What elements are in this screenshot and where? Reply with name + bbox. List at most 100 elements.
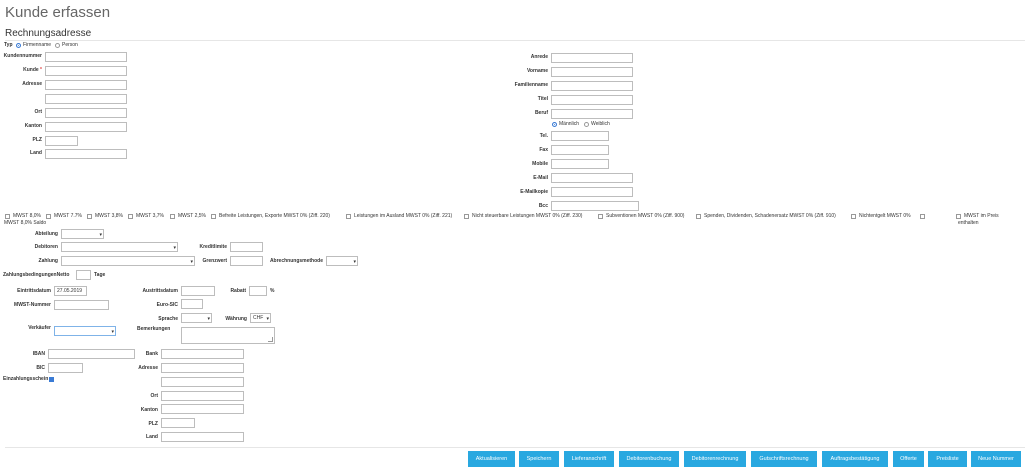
bank-ort-input[interactable] bbox=[161, 391, 244, 401]
vat-checkbox-1[interactable] bbox=[46, 214, 51, 219]
iban-label: IBAN bbox=[32, 351, 45, 357]
plz-label: PLZ bbox=[32, 137, 42, 143]
radio-firmenname[interactable] bbox=[16, 43, 21, 48]
lieferanschrift-button[interactable]: Lieferanschrift bbox=[564, 451, 614, 467]
emailkopie-input[interactable] bbox=[551, 187, 633, 197]
bic-input[interactable] bbox=[48, 363, 83, 373]
bank-adresse-input-2[interactable] bbox=[161, 377, 244, 387]
debitoren-select[interactable]: ▾ bbox=[61, 242, 178, 252]
bank-plz-input[interactable] bbox=[161, 418, 195, 428]
vat-checkbox-8[interactable] bbox=[598, 214, 603, 219]
kundennummer-input[interactable] bbox=[45, 52, 127, 62]
anrede-input[interactable] bbox=[551, 53, 633, 63]
vat-checkbox-3[interactable] bbox=[128, 214, 133, 219]
vat-checkbox-6[interactable] bbox=[346, 214, 351, 219]
vat-checkbox-11[interactable] bbox=[920, 214, 925, 219]
plz-input[interactable] bbox=[45, 136, 78, 146]
email-label: E-Mail bbox=[533, 175, 548, 181]
typ-label: Typ bbox=[4, 42, 13, 48]
mwst-nummer-input[interactable] bbox=[54, 300, 109, 310]
euro-sic-input[interactable] bbox=[181, 299, 203, 309]
preisliste-button[interactable]: Preisliste bbox=[928, 451, 967, 467]
vat-checkbox-9[interactable] bbox=[696, 214, 701, 219]
verkaeufer-label: Verkäufer bbox=[28, 325, 51, 331]
percent-label: % bbox=[270, 288, 275, 294]
tel-label: Tel. bbox=[539, 133, 548, 139]
neue-nummer-button[interactable]: Neue Nummer bbox=[971, 451, 1021, 467]
sprache-label: Sprache bbox=[158, 316, 178, 322]
vat-checkbox-5[interactable] bbox=[211, 214, 216, 219]
vat-label-3: MWST 3,7% bbox=[136, 213, 164, 219]
kreditlimite-label: Kreditlimite bbox=[199, 244, 227, 250]
radio-weiblich[interactable] bbox=[584, 122, 589, 127]
titel-label: Titel bbox=[537, 96, 548, 102]
land-input[interactable] bbox=[45, 149, 127, 159]
vat-checkbox-2[interactable] bbox=[87, 214, 92, 219]
vat-label-8: Subventionen MWST 0% (Ziff. 900) bbox=[606, 213, 685, 219]
radio-maennlich-label: Männlich bbox=[559, 121, 580, 127]
kanton-input[interactable] bbox=[45, 122, 127, 132]
vat-in-preis-checkbox[interactable] bbox=[956, 214, 961, 219]
kunde-input[interactable] bbox=[45, 66, 127, 76]
ort-input[interactable] bbox=[45, 108, 127, 118]
rabatt-input[interactable] bbox=[249, 286, 267, 296]
kreditlimite-input[interactable] bbox=[230, 242, 263, 252]
speichern-button[interactable]: Speichern bbox=[519, 451, 559, 467]
debitorenbuchung-button[interactable]: Debitorenbuchung bbox=[619, 451, 679, 467]
debitorenrechnung-button[interactable]: Debitorenrechnung bbox=[684, 451, 746, 467]
email-input[interactable] bbox=[551, 173, 633, 183]
zahlungsbedingungen-input[interactable] bbox=[76, 270, 91, 280]
abteilung-select[interactable]: ▾ bbox=[61, 229, 104, 239]
radio-maennlich[interactable] bbox=[552, 122, 557, 127]
waehrung-select[interactable]: CHF ▾ bbox=[250, 313, 271, 323]
bank-adresse-input-1[interactable] bbox=[161, 363, 244, 373]
adresse-input-2[interactable] bbox=[45, 94, 127, 104]
familienname-input[interactable] bbox=[551, 81, 633, 91]
gutschriftsrechnung-button[interactable]: Gutschriftsrechnung bbox=[751, 451, 817, 467]
grenzwert-input[interactable] bbox=[230, 256, 263, 266]
debitoren-label: Debitoren bbox=[34, 244, 58, 250]
bank-plz-label: PLZ bbox=[148, 421, 158, 427]
einzahlungsschein-checkbox[interactable] bbox=[49, 377, 54, 382]
vat-options: MWST 8,0% MWST 7.7% MWST 3,8% MWST 3,7% … bbox=[4, 213, 1026, 227]
radio-person[interactable] bbox=[55, 43, 60, 48]
vat-checkbox-10[interactable] bbox=[851, 214, 856, 219]
vat-checkbox-7[interactable] bbox=[464, 214, 469, 219]
bank-input[interactable] bbox=[161, 349, 244, 359]
bank-adresse-label: Adresse bbox=[138, 365, 158, 371]
aktualisieren-button[interactable]: Aktualisieren bbox=[468, 451, 515, 467]
mobile-input[interactable] bbox=[551, 159, 609, 169]
beruf-input[interactable] bbox=[551, 109, 633, 119]
austrittsdatum-label: Austrittsdatum bbox=[142, 288, 178, 294]
footer-divider bbox=[5, 447, 1025, 448]
adresse-input-1[interactable] bbox=[45, 80, 127, 90]
chevron-down-icon: ▾ bbox=[99, 232, 102, 238]
tel-input[interactable] bbox=[551, 131, 609, 141]
resize-grip-icon[interactable] bbox=[268, 337, 273, 342]
einzahlungsschein-label: Einzahlungsschein bbox=[3, 376, 49, 382]
vorname-input[interactable] bbox=[551, 67, 633, 77]
bank-kanton-input[interactable] bbox=[161, 404, 244, 414]
eintrittsdatum-input[interactable]: 27.05.2019 bbox=[54, 286, 87, 296]
vat-checkbox-4[interactable] bbox=[170, 214, 175, 219]
vat-checkbox-0[interactable] bbox=[5, 214, 10, 219]
radio-weiblich-label: Weiblich bbox=[591, 121, 610, 127]
bank-ort-label: Ort bbox=[150, 393, 159, 399]
offerte-button[interactable]: Offerte bbox=[893, 451, 924, 467]
sprache-select[interactable]: ▾ bbox=[181, 313, 212, 323]
zahlung-select[interactable]: ▾ bbox=[61, 256, 195, 266]
bank-land-input[interactable] bbox=[161, 432, 244, 442]
austrittsdatum-input[interactable] bbox=[181, 286, 215, 296]
verkaeufer-select[interactable]: ▾ bbox=[54, 326, 116, 336]
bemerkungen-textarea[interactable] bbox=[181, 327, 275, 344]
ort-label: Ort bbox=[34, 109, 43, 115]
euro-sic-label: Euro-SIC bbox=[156, 302, 178, 308]
waehrung-value: CHF bbox=[253, 315, 264, 321]
bcc-input[interactable] bbox=[551, 201, 639, 211]
titel-input[interactable] bbox=[551, 95, 633, 105]
abrechnungsmethode-select[interactable]: ▾ bbox=[326, 256, 358, 266]
vat-in-preis-label-1: MWST im Preis bbox=[964, 213, 999, 219]
fax-input[interactable] bbox=[551, 145, 609, 155]
eintrittsdatum-label: Eintrittsdatum bbox=[17, 288, 51, 294]
auftragsbestaetigung-button[interactable]: Auftragsbestätigung bbox=[822, 451, 888, 467]
